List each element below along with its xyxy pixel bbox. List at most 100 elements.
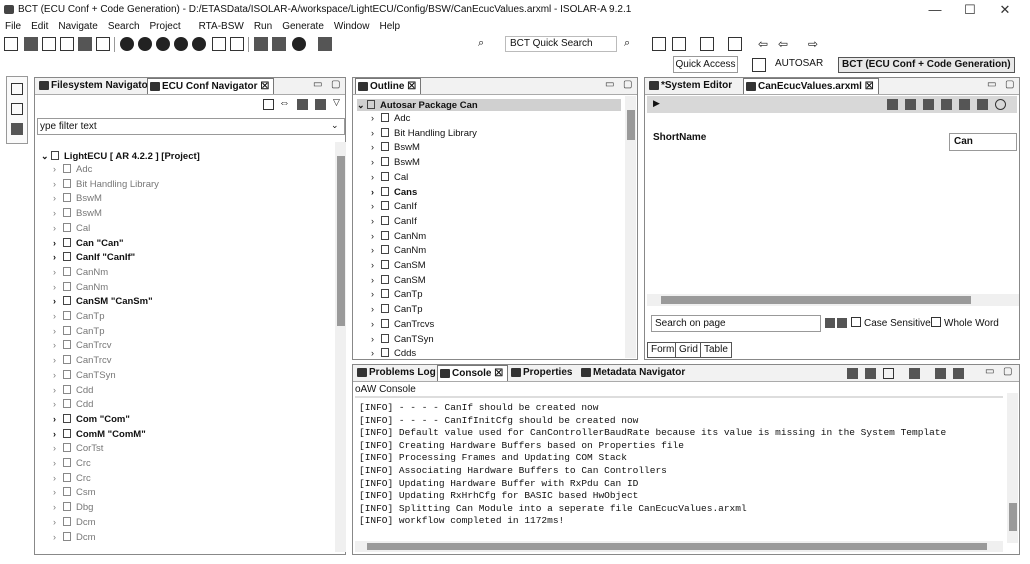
unlink-icon[interactable] bbox=[230, 37, 244, 51]
outline-item[interactable]: › CanIf bbox=[371, 200, 417, 212]
tool-icon[interactable] bbox=[923, 99, 934, 110]
tool-icon[interactable] bbox=[192, 37, 206, 51]
pin-icon[interactable] bbox=[652, 37, 666, 51]
tree-item[interactable]: › Csm bbox=[53, 486, 96, 498]
tree-item[interactable]: › Cal bbox=[53, 222, 90, 234]
tree-item[interactable]: › Com "Com" bbox=[53, 413, 130, 425]
filter-dropdown-icon[interactable]: ⌄ bbox=[331, 120, 339, 131]
menu-help[interactable]: Help bbox=[374, 20, 405, 34]
maximize-icon[interactable]: ▢ bbox=[331, 79, 340, 90]
console-vscrollbar[interactable] bbox=[1007, 393, 1018, 543]
outline-item[interactable]: › CanTSyn bbox=[371, 333, 434, 345]
tree-item[interactable]: › Dbg bbox=[53, 501, 93, 513]
menu-navigate[interactable]: Navigate bbox=[53, 20, 102, 34]
back-icon[interactable]: ⇦ bbox=[778, 37, 792, 51]
tab-grid[interactable]: Grid bbox=[675, 342, 702, 358]
next-annotation-icon[interactable] bbox=[728, 37, 742, 51]
navigator-scrollbar[interactable] bbox=[335, 142, 346, 552]
search-prev-icon[interactable] bbox=[825, 318, 835, 328]
minimize-icon[interactable]: ▭ bbox=[605, 79, 614, 90]
search-next-icon[interactable] bbox=[837, 318, 847, 328]
perspective-bct[interactable]: BCT (ECU Conf + Code Generation) bbox=[838, 57, 1015, 73]
tree-item[interactable]: › Dcm bbox=[53, 531, 96, 543]
menu-file[interactable]: File bbox=[0, 20, 26, 34]
save-all-icon[interactable] bbox=[42, 37, 56, 51]
tool-icon[interactable] bbox=[887, 99, 898, 110]
tool-icon[interactable] bbox=[941, 99, 952, 110]
tab-problems-log[interactable]: Problems Log bbox=[355, 365, 440, 381]
back-arrow-icon[interactable]: ⇦ bbox=[758, 37, 772, 51]
search-on-page-input[interactable]: Search on page bbox=[651, 315, 821, 332]
tree-item[interactable]: › Crc bbox=[53, 472, 91, 484]
case-sensitive-checkbox[interactable]: Case Sensitive bbox=[851, 317, 931, 329]
outline-item[interactable]: › CanIf bbox=[371, 215, 417, 227]
chevron-down-icon[interactable]: ▽ bbox=[333, 97, 347, 111]
filter-input[interactable]: ype filter text bbox=[37, 118, 345, 135]
outline-item[interactable]: › CanTp bbox=[371, 303, 423, 315]
tree-item[interactable]: › Adc bbox=[53, 163, 92, 175]
outline-item[interactable]: › CanTrcvs bbox=[371, 318, 434, 330]
filter-icon[interactable] bbox=[297, 99, 308, 110]
menu-project[interactable]: Project bbox=[145, 20, 186, 34]
quick-access-input[interactable]: Quick Access bbox=[673, 56, 738, 73]
maximize-icon[interactable]: ▢ bbox=[1005, 79, 1014, 90]
outline-item[interactable]: › CanNm bbox=[371, 230, 426, 242]
outline-item[interactable]: › Bit Handling Library bbox=[371, 127, 477, 139]
validate-icon[interactable] bbox=[60, 37, 74, 51]
scroll-thumb[interactable] bbox=[661, 296, 971, 304]
tree-item[interactable]: › Dcm bbox=[53, 516, 96, 528]
restore-icon[interactable] bbox=[11, 83, 23, 95]
tab-properties[interactable]: Properties bbox=[509, 365, 576, 381]
annotation-icon[interactable] bbox=[700, 37, 714, 51]
maximize-button[interactable]: ☐ bbox=[955, 2, 985, 18]
tree-item[interactable]: › BswM bbox=[53, 192, 102, 204]
tree-item[interactable]: › CanTrcv bbox=[53, 354, 112, 366]
outline-item[interactable]: › Cal bbox=[371, 171, 408, 183]
scroll-thumb[interactable] bbox=[627, 110, 635, 140]
tab-metadata-navigator[interactable]: Metadata Navigator bbox=[579, 365, 689, 381]
outline-item[interactable]: › CanTp bbox=[371, 288, 423, 300]
menu-search[interactable]: Search bbox=[103, 20, 145, 34]
tab-ecu-conf-navigator[interactable]: ECU Conf Navigator ☒ bbox=[147, 78, 275, 94]
tab-filesystem-navigator[interactable]: Filesystem Navigator bbox=[37, 78, 156, 94]
open-perspective-icon[interactable] bbox=[752, 58, 766, 72]
perspective-autosar[interactable]: AUTOSAR bbox=[772, 57, 826, 73]
new-icon[interactable] bbox=[4, 37, 18, 51]
tree-item[interactable]: › BswM bbox=[53, 207, 102, 219]
tree-item[interactable]: › CanNm bbox=[53, 266, 108, 278]
tree-icon[interactable] bbox=[272, 37, 286, 51]
search-go-icon[interactable]: ⌕ bbox=[624, 37, 638, 51]
outline-item[interactable]: › CanNm bbox=[371, 244, 426, 256]
outline-item[interactable]: › Cdds bbox=[371, 347, 416, 359]
maximize-icon[interactable]: ▢ bbox=[1003, 366, 1012, 377]
tree-item[interactable]: › Bit Handling Library bbox=[53, 178, 159, 190]
console-hscrollbar[interactable] bbox=[355, 541, 1003, 552]
tree-item[interactable]: › ComM "ComM" bbox=[53, 428, 146, 440]
view-icon[interactable] bbox=[11, 103, 23, 115]
forward-icon[interactable]: ⇨ bbox=[808, 37, 822, 51]
tool-icon[interactable] bbox=[977, 99, 988, 110]
profile-icon[interactable] bbox=[156, 37, 170, 51]
tab-canecucvalues[interactable]: CanEcucValues.arxml ☒ bbox=[743, 78, 879, 94]
collapse-all-icon[interactable] bbox=[263, 99, 274, 110]
tool-icon[interactable] bbox=[905, 99, 916, 110]
clear-console-icon[interactable] bbox=[847, 368, 858, 379]
expand-arrow-icon[interactable]: ▶ bbox=[653, 98, 660, 109]
gear-icon[interactable] bbox=[11, 123, 23, 135]
whole-word-checkbox[interactable]: Whole Word bbox=[931, 317, 999, 329]
minimize-icon[interactable]: ▭ bbox=[313, 79, 322, 90]
tree-project-node[interactable]: ⌄ LightECU [ AR 4.2.2 ] [Project] bbox=[41, 150, 200, 162]
tree-item[interactable]: › Cdd bbox=[53, 384, 93, 396]
menu-run[interactable]: Run bbox=[249, 20, 277, 34]
maximize-icon[interactable]: ▢ bbox=[623, 79, 632, 90]
shortname-field[interactable]: Can bbox=[949, 133, 1017, 151]
minimize-icon[interactable]: ▭ bbox=[985, 366, 994, 377]
tree-item[interactable]: › CanTp bbox=[53, 325, 105, 337]
tree-item[interactable]: › CanNm bbox=[53, 281, 108, 293]
menu-generate[interactable]: Generate bbox=[277, 20, 329, 34]
tree-item[interactable]: › CanTrcv bbox=[53, 339, 112, 351]
menu-edit[interactable]: Edit bbox=[26, 20, 53, 34]
tool-icon[interactable] bbox=[959, 99, 970, 110]
display-console-icon[interactable] bbox=[935, 368, 946, 379]
pin-console-icon[interactable] bbox=[909, 368, 920, 379]
